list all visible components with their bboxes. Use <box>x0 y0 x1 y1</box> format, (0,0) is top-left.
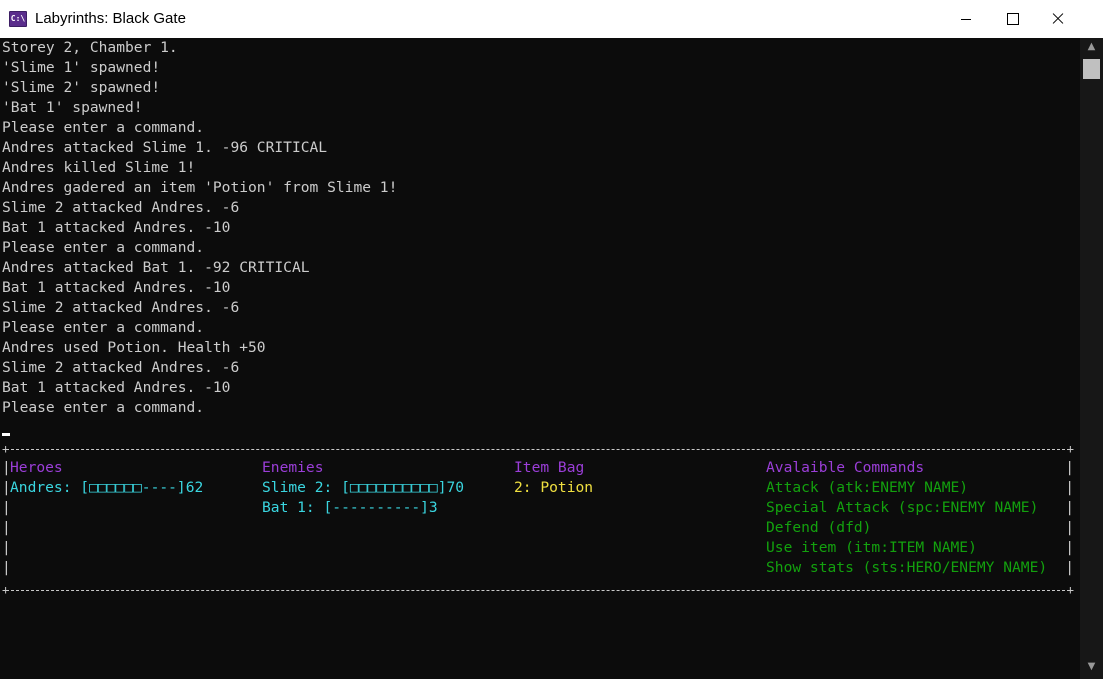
heroes-header: Heroes <box>10 459 63 476</box>
panel-pipe: | <box>1065 459 1074 476</box>
log-line: Please enter a command. <box>2 239 205 256</box>
panel-pipe: | <box>1065 559 1074 576</box>
console-app-icon[interactable]: C:\ <box>9 11 27 27</box>
log-line: Slime 2 attacked Andres. -6 <box>2 199 240 216</box>
panel-pipe: | <box>2 499 11 516</box>
panel-border-bottom <box>6 590 1070 591</box>
commands-column: Avalaible Commands Attack (atk:ENEMY NAM… <box>766 458 1047 578</box>
command-row: Attack (atk:ENEMY NAME) <box>766 479 969 496</box>
log-line: Andres attacked Bat 1. -92 CRITICAL <box>2 259 310 276</box>
window-title: Labyrinths: Black Gate <box>35 10 186 27</box>
scroll-down-icon[interactable]: ▼ <box>1080 658 1103 675</box>
panel-pipe: | <box>1065 499 1074 516</box>
enemy-health-row: Bat 1: [----------]3 <box>262 499 438 516</box>
log-line: Andres used Potion. Health +50 <box>2 339 266 356</box>
log-line: 'Bat 1' spawned! <box>2 99 143 116</box>
log-line: Bat 1 attacked Andres. -10 <box>2 279 231 296</box>
commands-header: Avalaible Commands <box>766 459 925 476</box>
item-bag-header: Item Bag <box>514 459 585 476</box>
log-line: Bat 1 attacked Andres. -10 <box>2 219 231 236</box>
log-line: Please enter a command. <box>2 319 205 336</box>
panel-border-top <box>6 449 1070 450</box>
game-log: Storey 2, Chamber 1. 'Slime 1' spawned! … <box>2 38 397 418</box>
heroes-column: Heroes Andres: [□□□□□□----]62 <box>10 458 203 498</box>
enemies-header: Enemies <box>262 459 324 476</box>
log-line: Please enter a command. <box>2 119 205 136</box>
log-line: 'Slime 1' spawned! <box>2 59 161 76</box>
panel-corner: + <box>1066 583 1074 597</box>
enemy-health-row: Slime 2: [□□□□□□□□□□]70 <box>262 479 465 496</box>
log-line: Andres attacked Slime 1. -96 CRITICAL <box>2 139 328 156</box>
scroll-up-icon[interactable]: ▲ <box>1080 38 1103 55</box>
panel-pipe: | <box>2 519 11 536</box>
panel-pipe: | <box>2 539 11 556</box>
log-line: Slime 2 attacked Andres. -6 <box>2 299 240 316</box>
log-line: Andres killed Slime 1! <box>2 159 196 176</box>
command-row: Use item (itm:ITEM NAME) <box>766 539 977 556</box>
panel-pipe: | <box>1065 519 1074 536</box>
panel-pipe: | <box>1065 479 1074 496</box>
log-line: Bat 1 attacked Andres. -10 <box>2 379 231 396</box>
command-row: Defend (dfd) <box>766 519 872 536</box>
panel-corner: + <box>2 583 10 597</box>
console-output[interactable]: Storey 2, Chamber 1. 'Slime 1' spawned! … <box>0 38 1080 679</box>
panel-border-right: | | | | | | <box>1065 458 1074 578</box>
log-line: Storey 2, Chamber 1. <box>2 39 178 56</box>
vertical-scrollbar[interactable]: ▲ ▼ <box>1080 38 1103 679</box>
item-row: 2: Potion <box>514 479 594 496</box>
log-line: Please enter a command. <box>2 399 205 416</box>
hero-health-row: Andres: [□□□□□□----]62 <box>10 479 204 496</box>
panel-pipe: | <box>2 559 11 576</box>
text-cursor <box>2 433 10 436</box>
title-bar: C:\ Labyrinths: Black Gate <box>0 0 1103 38</box>
minimize-button[interactable] <box>943 0 989 38</box>
log-line: 'Slime 2' spawned! <box>2 79 161 96</box>
panel-corner: + <box>1066 442 1074 456</box>
panel-pipe: | <box>1065 539 1074 556</box>
command-row: Special Attack (spc:ENEMY NAME) <box>766 499 1039 516</box>
log-line: Andres gadered an item 'Potion' from Sli… <box>2 179 398 196</box>
status-panel: + + + + | | | | | | | | | | | | Heroes A… <box>2 440 1074 600</box>
panel-corner: + <box>2 442 10 456</box>
command-row: Show stats (sts:HERO/ENEMY NAME) <box>766 559 1048 576</box>
log-line: Slime 2 attacked Andres. -6 <box>2 359 240 376</box>
enemies-column: Enemies Slime 2: [□□□□□□□□□□]70 Bat 1: [… <box>262 458 464 518</box>
scroll-thumb[interactable] <box>1083 59 1100 79</box>
maximize-button[interactable] <box>989 0 1035 38</box>
close-button[interactable] <box>1035 0 1081 38</box>
item-bag-column: Item Bag 2: Potion <box>514 458 593 498</box>
